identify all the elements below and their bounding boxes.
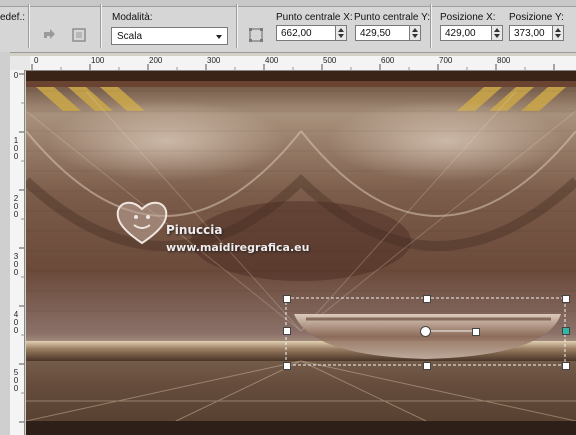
transform-bounding-box bbox=[285, 297, 566, 366]
center-y-label: Punto centrale Y: bbox=[354, 12, 430, 23]
grid-icon[interactable] bbox=[70, 26, 88, 44]
mode-select-value: Scala bbox=[117, 31, 143, 42]
image-canvas[interactable]: Pinuccia www.maidiregrafica.eu bbox=[26, 71, 576, 435]
position-x-stepper[interactable] bbox=[492, 25, 503, 41]
ruler-label: 0 bbox=[13, 71, 19, 80]
ruler-label: 600 bbox=[381, 56, 395, 65]
ruler-label: 200 bbox=[149, 56, 163, 65]
position-y-field[interactable]: 373,00 bbox=[509, 25, 553, 41]
resize-handle-left[interactable] bbox=[283, 327, 291, 335]
ruler-label: 200 bbox=[13, 194, 19, 219]
left-panel-edge bbox=[0, 52, 10, 435]
position-y-stepper[interactable] bbox=[553, 25, 564, 41]
ruler-corner bbox=[10, 56, 30, 71]
center-point-icon[interactable] bbox=[247, 26, 265, 44]
separator bbox=[28, 4, 30, 48]
center-x-label: Punto centrale X: bbox=[276, 12, 353, 23]
center-x-field[interactable]: 662,00 bbox=[276, 25, 336, 41]
resize-handle-bottom[interactable] bbox=[423, 362, 431, 370]
top-strip bbox=[0, 0, 576, 7]
rotation-handle[interactable] bbox=[472, 328, 480, 336]
position-y-label: Posizione Y: bbox=[509, 12, 564, 23]
separator bbox=[100, 4, 102, 48]
ruler-label: 500 bbox=[13, 368, 19, 393]
center-y-field[interactable]: 429,50 bbox=[355, 25, 410, 41]
tool-options-bar: edef.: Modalità: Scala Punto centrale X:… bbox=[0, 0, 576, 53]
separator bbox=[430, 4, 432, 48]
resize-handle-bottom-right[interactable] bbox=[562, 362, 570, 370]
mode-label: Modalità: bbox=[112, 12, 153, 23]
ruler-label: 700 bbox=[439, 56, 453, 65]
horizontal-ruler bbox=[30, 56, 576, 71]
ruler-label: 400 bbox=[13, 310, 19, 335]
ruler-ticks bbox=[31, 64, 555, 70]
mode-select[interactable]: Scala bbox=[111, 27, 228, 45]
reset-icon[interactable] bbox=[40, 26, 58, 44]
resize-handle-top-left[interactable] bbox=[283, 295, 291, 303]
ruler-label: 300 bbox=[13, 252, 19, 277]
ruler-label: 400 bbox=[265, 56, 279, 65]
separator bbox=[236, 4, 238, 48]
center-y-stepper[interactable] bbox=[410, 25, 421, 41]
resize-handle-top[interactable] bbox=[423, 295, 431, 303]
pivot-center-handle[interactable] bbox=[420, 326, 431, 337]
resize-handle-right[interactable] bbox=[562, 327, 570, 335]
ruler-label: 300 bbox=[207, 56, 221, 65]
ruler-label: 100 bbox=[13, 136, 19, 161]
ruler-label: 0 bbox=[34, 56, 39, 65]
resize-handle-bottom-left[interactable] bbox=[283, 362, 291, 370]
chevron-down-icon bbox=[216, 35, 222, 39]
resize-handle-top-right[interactable] bbox=[562, 295, 570, 303]
ruler-label: 500 bbox=[323, 56, 337, 65]
preset-label: edef.: bbox=[0, 12, 26, 23]
position-x-field[interactable]: 429,00 bbox=[440, 25, 492, 41]
center-x-stepper[interactable] bbox=[336, 25, 347, 41]
ruler-label: 100 bbox=[91, 56, 105, 65]
ruler-label: 800 bbox=[497, 56, 511, 65]
position-x-label: Posizione X: bbox=[440, 12, 496, 23]
